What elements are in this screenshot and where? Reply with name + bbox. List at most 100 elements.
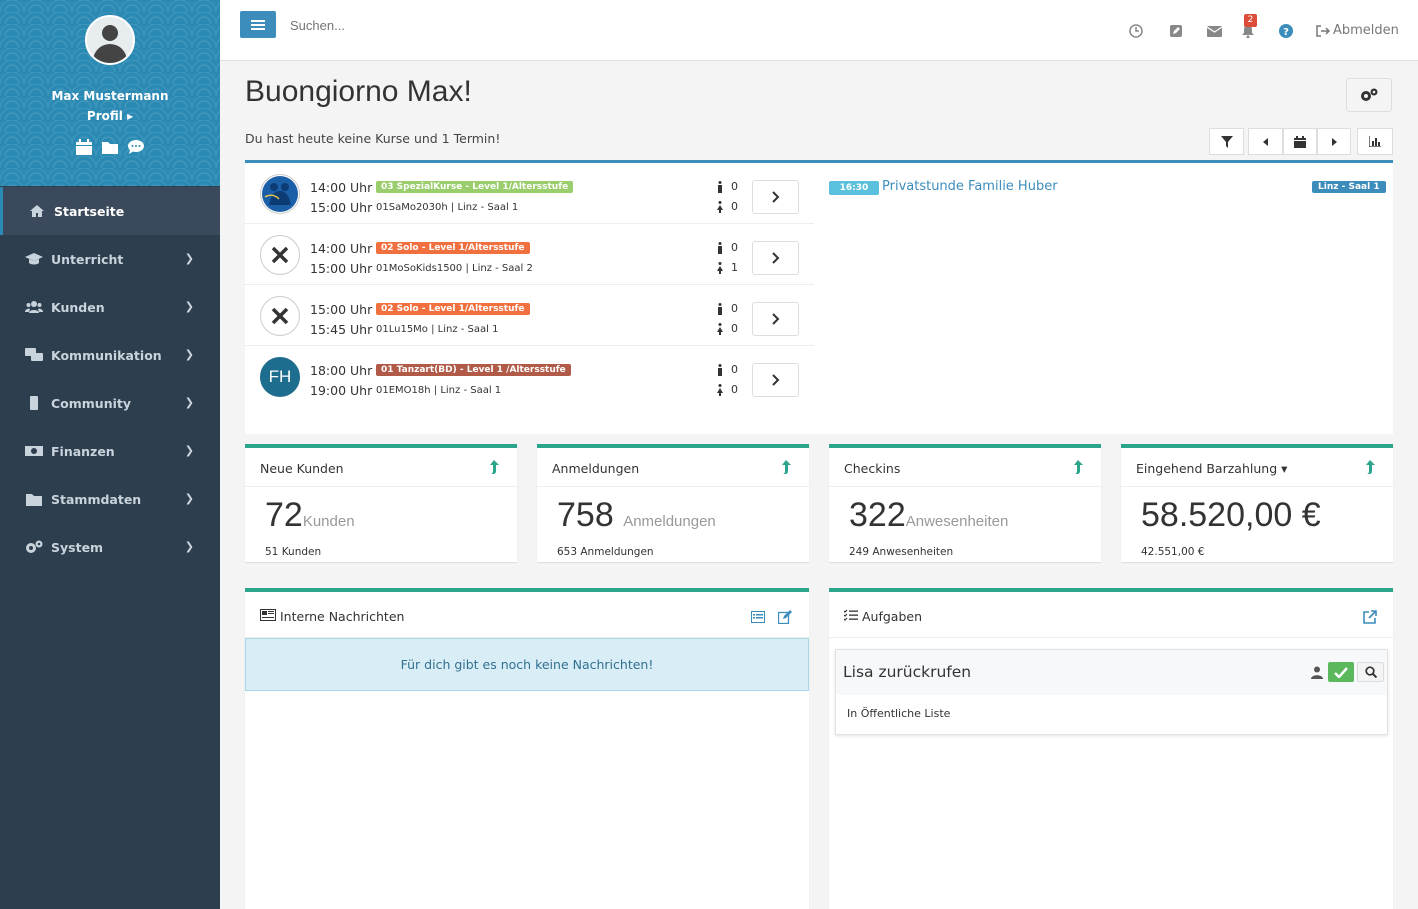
user-name: Max Mustermann <box>51 89 169 103</box>
previous-day-button[interactable] <box>1248 128 1283 155</box>
course-room: 01SaMo2030h | Linz - Saal 1 <box>376 202 519 213</box>
stat-value: 322 <box>849 496 906 534</box>
sidebar-item-system[interactable]: System ❯ <box>0 523 220 571</box>
profile-link[interactable]: Profil ▸ <box>0 109 220 123</box>
sidebar-toggle-button[interactable] <box>240 11 276 38</box>
edit-square-icon[interactable] <box>1168 23 1184 39</box>
stat-previous: 51 Kunden <box>265 546 322 558</box>
view-task-button[interactable] <box>1357 662 1384 682</box>
page-title: Buongiorno Max! <box>245 75 472 108</box>
female-count: 0 <box>717 322 738 335</box>
chevron-right-icon: ❯ <box>184 444 194 457</box>
course-label: 02 Solo - Level 1/Altersstufe <box>376 242 530 254</box>
sidebar-item-community[interactable]: Community ❯ <box>0 379 220 427</box>
sidebar-item-label: Kunden <box>51 299 105 315</box>
help-icon[interactable]: ? <box>1278 23 1294 39</box>
course-end-time: 15:45 Uhr <box>310 322 373 337</box>
stat-previous: 653 Anmeldungen <box>557 546 654 558</box>
envelope-icon[interactable] <box>1206 23 1222 39</box>
comment-icon[interactable] <box>127 139 145 155</box>
filter-icon <box>1220 135 1233 148</box>
filter-button[interactable] <box>1209 128 1244 155</box>
complete-task-button[interactable] <box>1328 662 1354 682</box>
course-avatar: FH <box>260 357 300 397</box>
sidebar-item-startseite[interactable]: Startseite <box>0 187 220 235</box>
sidebar-item-label: Startseite <box>54 203 125 219</box>
female-count: 0 <box>717 383 738 396</box>
sidebar-item-unterricht[interactable]: Unterricht ❯ <box>0 235 220 283</box>
open-course-button[interactable] <box>752 241 799 275</box>
folder-icon[interactable] <box>101 139 119 155</box>
chevron-right-icon <box>771 252 779 264</box>
appointment-title[interactable]: Privatstunde Familie Huber <box>882 179 1058 194</box>
chevron-right-icon: ❯ <box>184 492 194 505</box>
graduation-cap-icon <box>25 252 43 266</box>
statistics-button[interactable] <box>1357 128 1393 155</box>
topbar: 2 ? Abmelden <box>220 0 1418 61</box>
male-icon <box>718 180 722 193</box>
open-course-button[interactable] <box>752 302 799 336</box>
male-count-value: 0 <box>731 241 738 254</box>
stat-title: Anmeldungen <box>552 461 640 476</box>
male-count: 0 <box>717 302 738 315</box>
today-button[interactable] <box>1283 128 1317 155</box>
check-icon <box>1334 666 1348 678</box>
course-end-time: 15:00 Uhr <box>310 261 373 276</box>
stat-title[interactable]: Eingehend Barzahlung <box>1136 461 1277 476</box>
list-icon[interactable] <box>751 611 765 626</box>
stat-value: 72 <box>265 496 303 534</box>
compose-icon[interactable] <box>777 610 793 627</box>
folder-icon <box>25 492 43 506</box>
sidebar-item-kunden[interactable]: Kunden ❯ <box>0 283 220 331</box>
course-start-time: 14:00 Uhr <box>310 241 373 256</box>
course-avatar <box>260 296 300 336</box>
chevron-right-icon <box>771 313 779 325</box>
sidebar-item-kommunikation[interactable]: Kommunikation ❯ <box>0 331 220 379</box>
caret-down-icon[interactable]: ▾ <box>1281 461 1287 476</box>
clock-icon[interactable] <box>1128 23 1144 39</box>
panel-title: Aufgaben <box>862 609 923 624</box>
chevron-right-icon: ❯ <box>184 252 194 265</box>
open-course-button[interactable] <box>752 363 799 397</box>
settings-button[interactable] <box>1346 78 1392 112</box>
task-item[interactable]: Lisa zurückrufen In Öffentliche Liste <box>835 649 1388 735</box>
stat-anmeldungen: Anmeldungen 758 Anmeldungen 653 Anmeldun… <box>537 444 809 562</box>
course-start-time: 14:00 Uhr <box>310 180 373 195</box>
chevron-right-icon <box>771 191 779 203</box>
bar-chart-icon <box>1369 136 1381 147</box>
sidebar-item-label: Unterricht <box>51 251 124 267</box>
male-icon <box>718 363 722 376</box>
tasks-icon <box>844 609 858 621</box>
user-icon[interactable] <box>1311 665 1323 683</box>
logout-link[interactable]: Abmelden <box>1316 23 1399 38</box>
stat-title: Neue Kunden <box>260 461 344 476</box>
caret-right-icon <box>1332 137 1337 146</box>
male-count-value: 0 <box>731 363 738 376</box>
chevron-right-icon: ❯ <box>184 300 194 313</box>
task-title: Lisa zurückrufen <box>843 663 972 681</box>
course-room: 01Lu15Mo | Linz - Saal 1 <box>376 324 499 335</box>
comments-icon <box>25 348 43 362</box>
course-end-time: 15:00 Uhr <box>310 200 373 215</box>
appointment-time: 16:30 <box>829 181 879 195</box>
users-icon <box>25 300 43 314</box>
avatar[interactable] <box>85 15 135 65</box>
stat-value: 758 <box>557 496 614 534</box>
chevron-right-icon <box>771 374 779 386</box>
sidebar-item-label: Stammdaten <box>51 491 142 507</box>
female-icon <box>717 200 723 213</box>
sidebar-item-stammdaten[interactable]: Stammdaten ❯ <box>0 475 220 523</box>
stat-unit: Anwesenheiten <box>905 513 1009 530</box>
newspaper-icon <box>260 609 276 621</box>
no-messages-alert: Für dich gibt es noch keine Nachrichten! <box>245 638 809 691</box>
sign-out-icon <box>1316 24 1330 37</box>
search-input[interactable] <box>290 18 590 33</box>
calendar-icon[interactable] <box>75 139 93 155</box>
next-day-button[interactable] <box>1317 128 1351 155</box>
user-panel: Max Mustermann Profil ▸ <box>0 0 220 186</box>
sidebar-item-finanzen[interactable]: Finanzen ❯ <box>0 427 220 475</box>
open-course-button[interactable] <box>752 180 799 214</box>
search-icon <box>1364 666 1377 678</box>
external-link-icon[interactable] <box>1363 610 1377 627</box>
caret-left-icon <box>1262 137 1268 146</box>
